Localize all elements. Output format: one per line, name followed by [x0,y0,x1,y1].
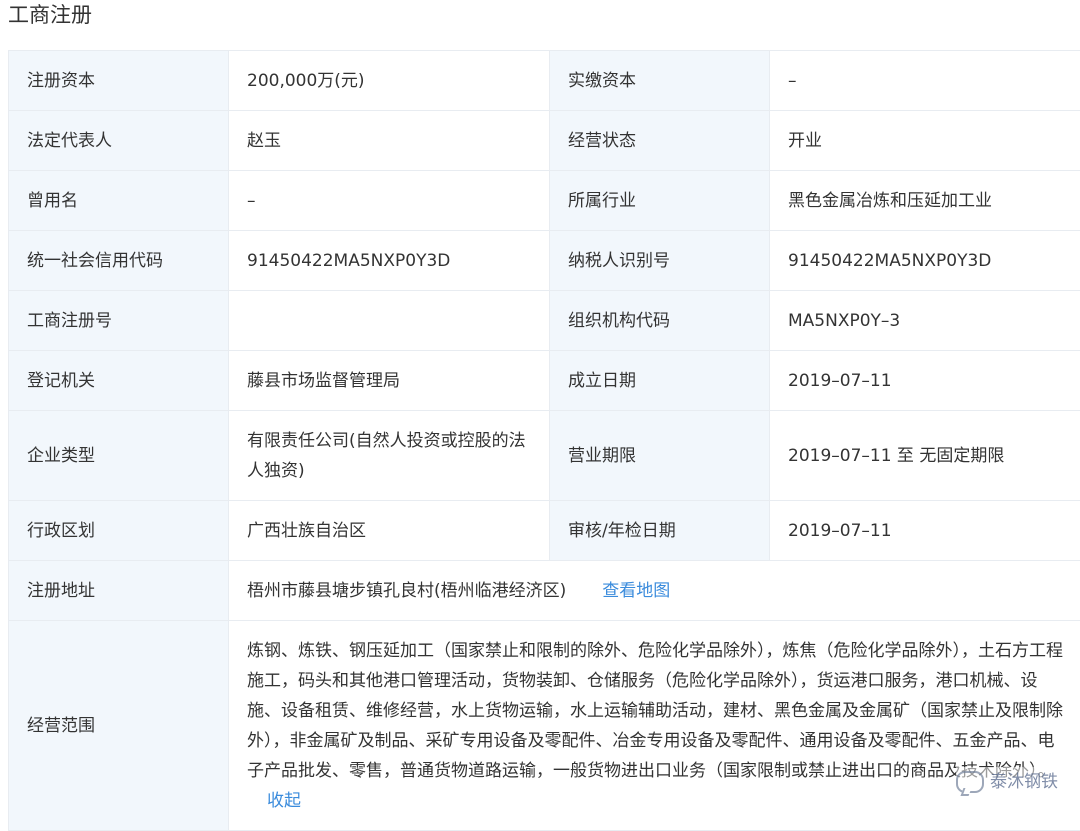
address-cell: 梧州市藤县塘步镇孔良村(梧州临港经济区) 查看地图 [229,561,1080,621]
page-title: 工商注册 [8,0,92,42]
field-value: 黑色金属冶炼和压延加工业 [770,171,1080,231]
table-row: 工商注册号 组织机构代码MA5NXP0Y–3 [9,291,1080,351]
field-value: MA5NXP0Y–3 [770,291,1080,351]
table-row: 登记机关藤县市场监督管理局成立日期2019–07–11 [9,351,1080,411]
table-row: 统一社会信用代码91450422MA5NXP0Y3D纳税人识别号91450422… [9,231,1080,291]
field-label: 成立日期 [550,351,770,411]
field-value: 有限责任公司(自然人投资或控股的法人独资) [229,411,550,501]
field-label: 纳税人识别号 [550,231,770,291]
field-label: 行政区划 [9,501,229,561]
field-label: 企业类型 [9,411,229,501]
field-value: 开业 [770,111,1080,171]
table-row: 经营范围炼钢、炼铁、钢压延加工（国家禁止和限制的除外、危险化学品除外），炼焦（危… [9,621,1080,831]
field-label: 经营状态 [550,111,770,171]
chat-bubble-icon [956,771,984,793]
field-label: 曾用名 [9,171,229,231]
field-label: 注册资本 [9,51,229,111]
field-value: 藤县市场监督管理局 [229,351,550,411]
field-label: 实缴资本 [550,51,770,111]
table-row: 企业类型有限责任公司(自然人投资或控股的法人独资)营业期限2019–07–11 … [9,411,1080,501]
field-value: 91450422MA5NXP0Y3D [770,231,1080,291]
field-value: 91450422MA5NXP0Y3D [229,231,550,291]
field-label: 工商注册号 [9,291,229,351]
field-value: 2019–07–11 [770,501,1080,561]
scope-text: 炼钢、炼铁、钢压延加工（国家禁止和限制的除外、危险化学品除外），炼焦（危险化学品… [247,641,1063,781]
table-row: 注册资本200,000万(元)实缴资本– [9,51,1080,111]
table-row: 行政区划广西壮族自治区审核/年检日期2019–07–11 [9,501,1080,561]
registration-table: 注册资本200,000万(元)实缴资本–法定代表人赵玉经营状态开业曾用名–所属行… [8,50,1080,831]
view-map-link[interactable]: 查看地图 [602,581,670,601]
table-row: 曾用名–所属行业黑色金属冶炼和压延加工业 [9,171,1080,231]
field-value: 广西壮族自治区 [229,501,550,561]
field-label: 注册地址 [9,561,229,621]
field-value: 2019–07–11 [770,351,1080,411]
field-value [229,291,550,351]
address-value: 梧州市藤县塘步镇孔良村(梧州临港经济区) [247,581,566,601]
field-value: 赵玉 [229,111,550,171]
field-label: 经营范围 [9,621,229,831]
field-label: 组织机构代码 [550,291,770,351]
field-label: 审核/年检日期 [550,501,770,561]
scope-cell: 炼钢、炼铁、钢压延加工（国家禁止和限制的除外、危险化学品除外），炼焦（危险化学品… [229,621,1080,831]
field-label: 所属行业 [550,171,770,231]
field-label: 营业期限 [550,411,770,501]
collapse-link[interactable]: 收起 [267,791,301,811]
table-row: 注册地址梧州市藤县塘步镇孔良村(梧州临港经济区) 查看地图 [9,561,1080,621]
field-value: – [770,51,1080,111]
watermark: 泰沐钢铁 [956,767,1058,793]
field-label: 法定代表人 [9,111,229,171]
table-row: 法定代表人赵玉经营状态开业 [9,111,1080,171]
field-value: 2019–07–11 至 无固定期限 [770,411,1080,501]
field-value: 200,000万(元) [229,51,550,111]
field-label: 登记机关 [9,351,229,411]
field-value: – [229,171,550,231]
field-label: 统一社会信用代码 [9,231,229,291]
